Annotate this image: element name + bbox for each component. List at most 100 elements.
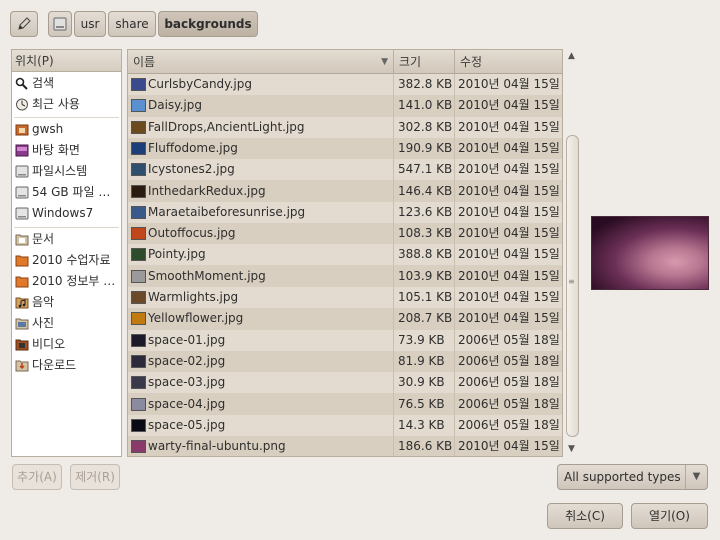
file-row[interactable]: InthedarkRedux.jpg 146.4 KB 2010년 04월 15일 [128,180,562,202]
sidebar-separator [14,117,119,118]
sidebar-item-label: 다운로드 [32,358,77,372]
file-row[interactable]: Icystones2.jpg 547.1 KB 2010년 04월 15일 [128,159,562,181]
file-name-cell: CurlsbyCandy.jpg [128,74,393,95]
file-row[interactable]: SmoothMoment.jpg 103.9 KB 2010년 04월 15일 [128,265,562,287]
file-name: Pointy.jpg [148,247,206,262]
file-name: Maraetaibeforesunrise.jpg [148,204,306,219]
sidebar-item-music[interactable]: 음악 [12,292,121,313]
image-thumbnail-icon [131,269,146,283]
file-row[interactable]: Pointy.jpg 388.8 KB 2010년 04월 15일 [128,244,562,266]
sidebar-item-label: 문서 [32,232,55,246]
file-name: InthedarkRedux.jpg [148,183,266,198]
file-name-cell: space-01.jpg [128,330,393,351]
file-size-cell: 547.1 KB [398,162,453,177]
pictures-folder-icon [15,318,29,330]
column-divider [393,74,394,456]
places-header[interactable]: 위치(P) [12,50,121,72]
sidebar-item-2010-class-materials[interactable]: 2010 수업자료 [12,250,121,271]
file-row[interactable]: Outoffocus.jpg 108.3 KB 2010년 04월 15일 [128,223,562,245]
file-modified-cell: 2010년 04월 15일 [458,98,560,113]
sort-descending-icon: ▼ [381,57,388,67]
crumb-usr-button[interactable]: usr [74,11,106,37]
crumb-share-button[interactable]: share [108,11,156,37]
pane-resize-grip-icon[interactable]: ≡ [568,278,575,290]
file-row[interactable]: FallDrops,AncientLight.jpg 302.8 KB 2010년 … [128,116,562,138]
sidebar-item-recent[interactable]: 최근 사용 [12,94,121,115]
cancel-button[interactable]: 취소(C) [547,503,623,529]
downloads-folder-icon [15,360,29,372]
file-row[interactable]: space-01.jpg 73.9 KB 2006년 05월 18일 [128,329,562,351]
image-thumbnail-icon [131,141,146,155]
file-name-cell: space-04.jpg [128,394,393,415]
column-header-name[interactable]: 이름 ▼ [128,50,394,74]
videos-folder-icon [15,339,29,351]
sidebar-item-label: 사진 [32,316,55,330]
file-size-cell: 103.9 KB [398,268,453,283]
file-modified-cell: 2010년 04월 15일 [458,226,560,241]
file-name: FallDrops,AncientLight.jpg [148,119,305,134]
sidebar-item-label: 2010 수업자료 [32,253,111,267]
column-header-modified[interactable]: 수정 [455,50,562,74]
file-row[interactable]: space-03.jpg 30.9 KB 2006년 05월 18일 [128,372,562,394]
image-preview [591,216,709,290]
file-modified-cell: 2010년 04월 15일 [458,183,560,198]
file-row[interactable]: Warmlights.jpg 105.1 KB 2010년 04월 15일 [128,287,562,308]
music-folder-icon [15,297,29,309]
file-row[interactable]: Yellowflower.jpg 208.7 KB 2010년 04월 15일 [128,308,562,330]
scroll-down-icon[interactable]: ▼ [568,444,575,454]
remove-bookmark-button[interactable]: 제거(R) [70,464,120,490]
scroll-up-icon[interactable]: ▲ [568,51,575,61]
file-name: space-04.jpg [148,396,226,411]
desktop-icon [15,144,29,157]
sidebar-item-documents[interactable]: 문서 [12,229,121,250]
file-name-cell: Warmlights.jpg [128,287,393,308]
sidebar-item-54gb-volume[interactable]: 54 GB 파일 … [12,182,121,203]
file-row[interactable]: Daisy.jpg 141.0 KB 2010년 04월 15일 [128,95,562,117]
file-row[interactable]: Maraetaibeforesunrise.jpg 123.6 KB 2010년 0… [128,201,562,223]
file-name-cell: warty-final-ubuntu.png [128,436,393,456]
sidebar-item-videos[interactable]: 비디오 [12,334,121,355]
sidebar-item-desktop[interactable]: 바탕 화면 [12,140,121,161]
sidebar-item-2010-info-dept[interactable]: 2010 정보부 … [12,271,121,292]
file-modified-cell: 2010년 04월 15일 [458,311,560,326]
file-row[interactable]: space-02.jpg 81.9 KB 2006년 05월 18일 [128,350,562,372]
file-name-cell: Outoffocus.jpg [128,223,393,244]
edit-location-button[interactable] [10,11,38,37]
sidebar-item-label: 비디오 [32,337,66,351]
sidebar-item-windows7[interactable]: Windows7 [12,203,121,224]
file-type-filter-select[interactable]: All supported types ▼ [557,464,708,490]
file-name: space-02.jpg [148,353,226,368]
filter-value: All supported types [564,470,681,484]
image-thumbnail-icon [131,120,146,134]
open-button[interactable]: 열기(O) [631,503,708,529]
file-row[interactable]: warty-final-ubuntu.png 186.6 KB 2010년 04월 … [128,436,562,456]
file-row[interactable]: CurlsbyCandy.jpg 382.8 KB 2010년 04월 15일 [128,74,562,95]
sidebar-item-downloads[interactable]: 다운로드 [12,355,121,376]
file-name-cell: Yellowflower.jpg [128,308,393,329]
crumb-root-button[interactable] [48,11,72,37]
file-row[interactable]: space-04.jpg 76.5 KB 2006년 05월 18일 [128,393,562,415]
file-size-cell: 388.8 KB [398,247,453,262]
file-row[interactable]: Fluffodome.jpg 190.9 KB 2010년 04월 15일 [128,137,562,159]
home-folder-icon [15,124,29,136]
sidebar-item-pictures[interactable]: 사진 [12,313,121,334]
sidebar-item-label: 바탕 화면 [32,143,80,157]
file-list-scrollbar[interactable]: ▲ ▼ [565,49,580,457]
file-size-cell: 30.9 KB [398,375,445,390]
image-thumbnail-icon [131,205,146,219]
chevron-down-icon: ▼ [685,465,707,489]
file-modified-cell: 2010년 04월 15일 [458,162,560,177]
file-size-cell: 208.7 KB [398,311,453,326]
file-size-cell: 76.5 KB [398,396,445,411]
crumb-backgrounds-button[interactable]: backgrounds [158,11,258,37]
image-thumbnail-icon [131,333,146,347]
file-row[interactable]: space-05.jpg 14.3 KB 2006년 05월 18일 [128,414,562,436]
add-bookmark-button[interactable]: 추가(A) [12,464,62,490]
folder-icon [15,255,29,267]
sidebar-separator [14,227,119,228]
sidebar-item-filesystem[interactable]: 파일시스템 [12,161,121,182]
sidebar-item-search[interactable]: 검색 [12,73,121,94]
image-thumbnail-icon [131,78,146,91]
column-header-size[interactable]: 크기 [394,50,455,74]
sidebar-item-home[interactable]: gwsh [12,119,121,140]
